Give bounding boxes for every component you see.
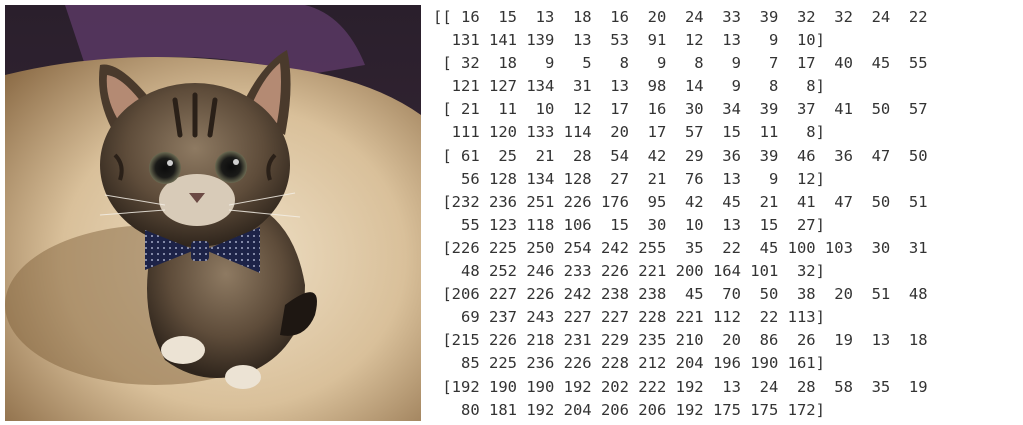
matrix-line: [ 32 18 9 5 8 9 8 9 7 17 40 45 55 <box>433 54 928 73</box>
kitten-paw-right <box>225 365 261 389</box>
kitten-paw-left <box>161 336 205 364</box>
matrix-line: 85 225 236 226 228 212 204 196 190 161] <box>433 354 825 373</box>
matrix-line: 55 123 118 106 15 30 10 13 15 27] <box>433 215 825 234</box>
eye-glint-right <box>233 159 239 165</box>
matrix-line: 48 252 246 233 226 221 200 164 101 32] <box>433 262 825 281</box>
kitten-photo <box>5 5 421 421</box>
matrix-line: [232 236 251 226 176 95 42 45 21 41 47 5… <box>433 192 928 211</box>
matrix-line: [206 227 226 242 238 238 45 70 50 38 20 … <box>433 285 928 304</box>
matrix-line: [192 190 190 192 202 222 192 13 24 28 58… <box>433 377 928 396</box>
matrix-line: 56 128 134 128 27 21 76 13 9 12] <box>433 169 825 188</box>
matrix-line: [ 61 25 21 28 54 42 29 36 39 46 36 47 50 <box>433 146 928 165</box>
eye-glint-left <box>167 160 173 166</box>
matrix-line: [ 21 11 10 12 17 16 30 34 39 37 41 50 57 <box>433 100 928 119</box>
matrix-line: 121 127 134 31 13 98 14 9 8 8] <box>433 77 825 96</box>
kitten-eye-right <box>215 151 247 183</box>
kitten-illustration <box>5 5 421 421</box>
pixel-matrix-output: [[ 16 15 13 18 16 20 24 33 39 32 32 24 2… <box>433 6 1018 418</box>
matrix-line: 69 237 243 227 227 228 221 112 22 113] <box>433 308 825 327</box>
matrix-line: [[ 16 15 13 18 16 20 24 33 39 32 32 24 2… <box>433 8 928 26</box>
kitten-eye-left <box>149 152 181 184</box>
matrix-line: 80 181 192 204 206 206 192 175 175 172] <box>433 400 825 418</box>
matrix-line: [226 225 250 254 242 255 35 22 45 100 10… <box>433 238 928 257</box>
matrix-line: 111 120 133 114 20 17 57 15 11 8] <box>433 123 825 142</box>
matrix-line: 131 141 139 13 53 91 12 13 9 10] <box>433 31 825 50</box>
matrix-line: [215 226 218 231 229 235 210 20 86 26 19… <box>433 331 928 350</box>
